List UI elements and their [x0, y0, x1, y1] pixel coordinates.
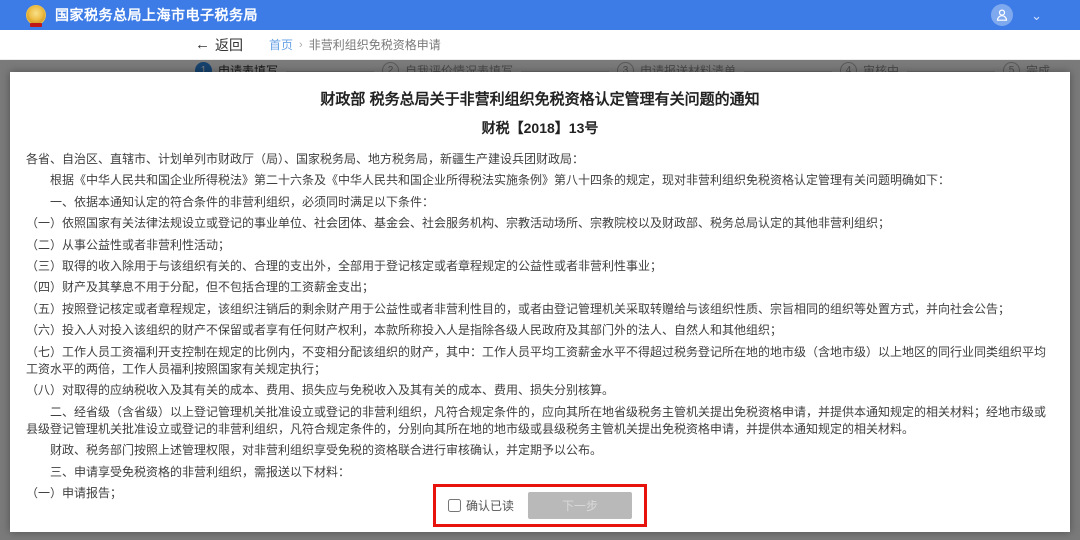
app-header: 国家税务总局上海市电子税务局 ⌄: [0, 0, 1080, 30]
app-title: 国家税务总局上海市电子税务局: [55, 5, 258, 25]
back-button[interactable]: ← 返回: [195, 35, 243, 55]
document-title: 财政部 税务总局关于非营利组织免税资格认定管理有关问题的通知: [26, 88, 1054, 109]
doc-paragraph: （四）财产及其孳息不用于分配，但不包括合理的工资薪金支出；: [26, 279, 1054, 296]
doc-paragraph: （七）工作人员工资福利开支控制在规定的比例内，不变相分配该组织的财产，其中：工作…: [26, 344, 1054, 379]
doc-paragraph: 根据《中华人民共和国企业所得税法》第二十六条及《中华人民共和国企业所得税法实施条…: [26, 172, 1054, 189]
person-icon: [995, 8, 1009, 22]
back-arrow-icon: ←: [195, 36, 210, 53]
tax-emblem-logo: [26, 5, 46, 25]
document-body: 各省、自治区、直辖市、计划单列市财政厅（局）、国家税务局、地方税务局，新疆生产建…: [26, 151, 1054, 503]
doc-paragraph: （二）从事公益性或者非营利性活动；: [26, 237, 1054, 254]
back-label: 返回: [215, 35, 243, 55]
doc-paragraph: 一、依据本通知认定的符合条件的非营利组织，必须同时满足以下条件：: [26, 194, 1054, 211]
notice-modal: 财政部 税务总局关于非营利组织免税资格认定管理有关问题的通知 财税【2018】1…: [10, 72, 1070, 532]
breadcrumb-home-link[interactable]: 首页: [269, 36, 293, 53]
doc-paragraph: 三、申请享受免税资格的非营利组织，需报送以下材料：: [26, 464, 1054, 481]
doc-paragraph: 各省、自治区、直辖市、计划单列市财政厅（局）、国家税务局、地方税务局，新疆生产建…: [26, 151, 1054, 168]
next-step-button[interactable]: 下一步: [528, 492, 632, 519]
doc-paragraph: （五）按照登记核定或者章程规定，该组织注销后的剩余财产用于公益性或者非营利性目的…: [26, 301, 1054, 318]
breadcrumb-current: 非营利组织免税资格申请: [309, 36, 441, 53]
chevron-down-icon[interactable]: ⌄: [1031, 9, 1042, 22]
doc-paragraph: 财政、税务部门按照上述管理权限，对非营利组织享受免税的资格联合进行审核确认，并定…: [26, 442, 1054, 459]
sub-navbar: ← 返回 首页 › 非营利组织免税资格申请: [0, 30, 1080, 60]
doc-paragraph: （一）依照国家有关法律法规设立或登记的事业单位、社会团体、基金会、社会服务机构、…: [26, 215, 1054, 232]
doc-paragraph: （八）对取得的应纳税收入及其有关的成本、费用、损失应与免税收入及其有关的成本、费…: [26, 382, 1054, 399]
document-number: 财税【2018】13号: [26, 118, 1054, 138]
doc-paragraph: （三）取得的收入除用于与该组织有关的、合理的支出外，全部用于登记核定或者章程规定…: [26, 258, 1054, 275]
confirm-read-checkbox[interactable]: [448, 499, 461, 512]
breadcrumb: 首页 › 非营利组织免税资格申请: [269, 36, 441, 53]
confirm-read-label: 确认已读: [466, 497, 514, 514]
confirm-read-control[interactable]: 确认已读: [448, 497, 514, 514]
doc-paragraph: 二、经省级（含省级）以上登记管理机关批准设立或登记的非营利组织，凡符合规定条件的…: [26, 404, 1054, 439]
user-avatar[interactable]: [991, 4, 1013, 26]
doc-paragraph: （六）投入人对投入该组织的财产不保留或者享有任何财产权利，本款所称投入人是指除各…: [26, 322, 1054, 339]
breadcrumb-separator: ›: [299, 39, 303, 51]
confirm-annotation-box: 确认已读 下一步: [433, 484, 647, 527]
